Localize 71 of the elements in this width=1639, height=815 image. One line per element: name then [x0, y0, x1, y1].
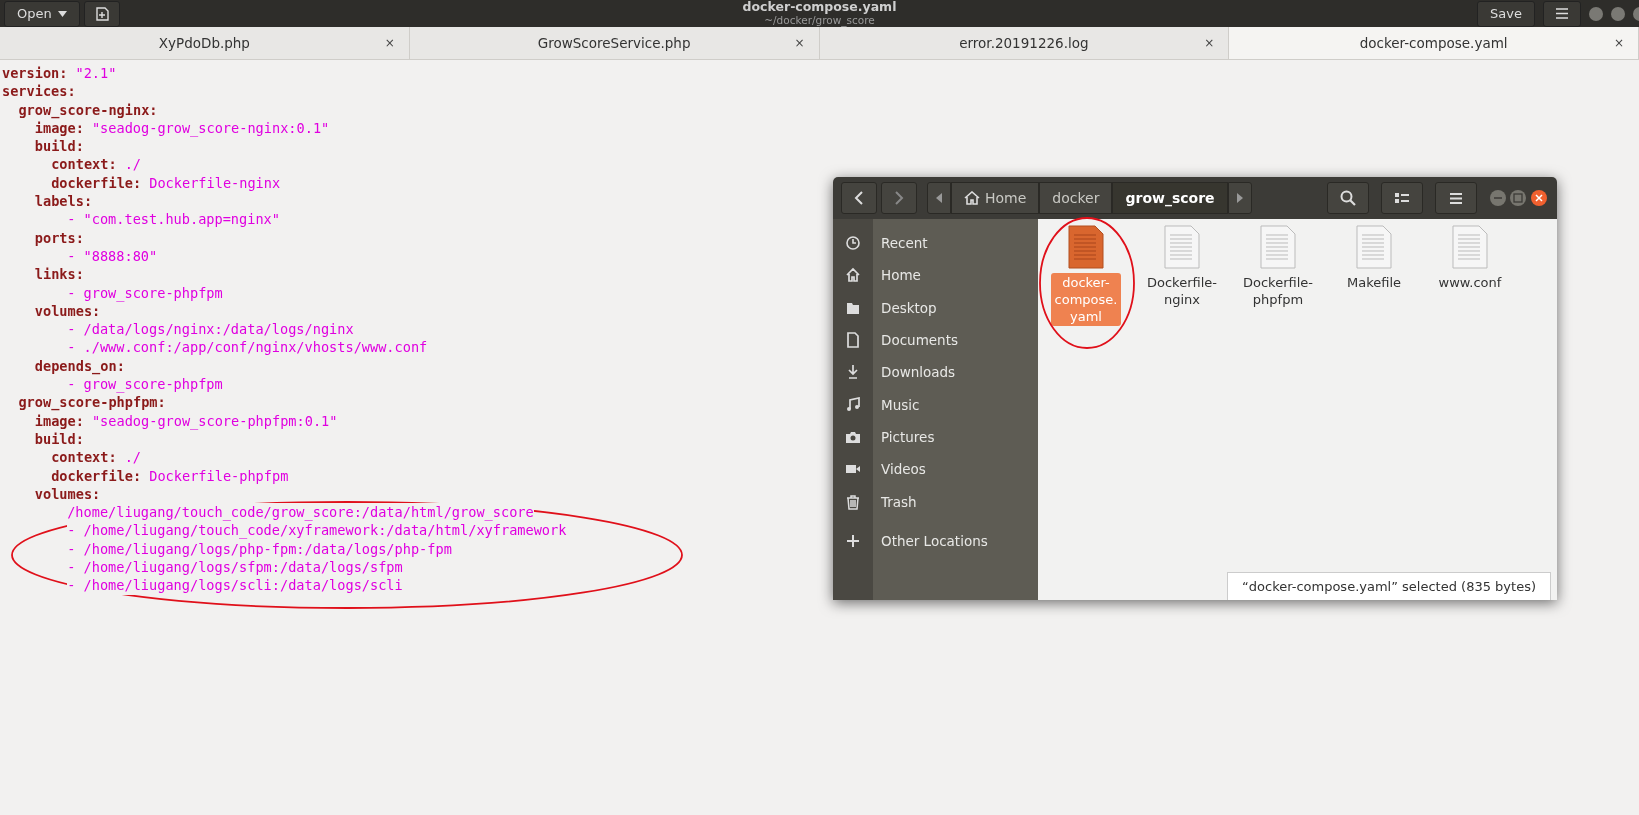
yaml-key: image:	[34, 118, 84, 138]
menu-button[interactable]	[1435, 182, 1477, 214]
menu-button[interactable]	[1543, 0, 1581, 27]
window-controls-drawing[interactable]	[1489, 189, 1549, 207]
yaml-list-item: - /home/liugang/touch_code/xyframework:/data/html/xyframework	[67, 521, 567, 540]
sidebar-item[interactable]: Music	[873, 388, 1038, 421]
yaml-key: grow_score-nginx:	[18, 100, 158, 119]
sidebar-item[interactable]: Videos	[873, 453, 1038, 486]
sidebar-item-icon	[845, 364, 861, 381]
sidebar-item[interactable]: Trash	[873, 485, 1038, 518]
close-tab-button[interactable]: ×	[1613, 36, 1624, 50]
window-subtitle: ~/docker/grow_score	[764, 14, 875, 26]
list-view-icon	[1395, 192, 1409, 204]
status-label: “docker-compose.yaml” selected (835 bytes)	[1227, 572, 1551, 600]
triangle-left-icon	[936, 193, 942, 203]
sidebar-item[interactable]: Downloads	[873, 356, 1038, 389]
file-tab[interactable]: XyPdoDb.php ×	[0, 27, 410, 59]
save-button[interactable]: Save	[1477, 0, 1535, 27]
close-tab-button[interactable]: ×	[384, 36, 395, 50]
close-tab-button[interactable]: ×	[1204, 36, 1215, 50]
path-button[interactable]: grow_score	[1112, 182, 1228, 214]
view-options-button[interactable]	[1381, 182, 1423, 214]
back-button[interactable]	[841, 182, 877, 214]
yaml-list-item: - ./www.conf:/app/conf/nginx/vhosts/www.conf	[67, 338, 428, 357]
window-title: docker-compose.yaml	[742, 0, 897, 14]
yaml-list-item: - /home/liugang/logs/scli:/data/logs/scli	[67, 576, 403, 595]
forward-button[interactable]	[881, 182, 917, 214]
chevron-right-icon	[894, 191, 904, 205]
yaml-list-item: - /data/logs/nginx:/data/logs/nginx	[67, 320, 354, 339]
menu-icon	[1450, 192, 1462, 204]
new-document-icon	[94, 6, 109, 21]
new-document-button[interactable]	[83, 0, 120, 27]
sidebar-item-icon	[845, 532, 861, 549]
yaml-list-item: /home/liugang/touch_code/grow_score:/data/html/grow_score	[67, 503, 534, 522]
sidebar-item[interactable]: Recent	[873, 227, 1038, 260]
maximize-button[interactable]	[1611, 6, 1625, 21]
sidebar-item[interactable]: Home	[873, 259, 1038, 292]
sidebar-item[interactable]: Desktop	[873, 291, 1038, 324]
sidebar-item[interactable]: Pictures	[873, 420, 1038, 454]
path-button[interactable]: docker	[1039, 182, 1113, 214]
open-button[interactable]: Open	[4, 0, 80, 27]
chevron-left-icon	[854, 191, 864, 205]
caret-icon	[57, 10, 67, 17]
sidebar-item-icon	[845, 493, 861, 510]
sidebar-item-icon	[845, 396, 861, 413]
file-name[interactable]: www.conf	[1434, 273, 1506, 292]
close-tab-button[interactable]: ×	[794, 36, 805, 50]
file-name[interactable]: Makefile	[1342, 273, 1405, 292]
file-tab[interactable]: GrowScoreService.php ×	[409, 27, 820, 59]
sidebar-item-icon	[845, 267, 861, 284]
minimize-button[interactable]	[1589, 6, 1603, 21]
sidebar-item-icon	[845, 235, 861, 252]
sidebar-item[interactable]: Documents	[873, 323, 1038, 357]
home-icon	[964, 191, 980, 205]
path-scroll-left-button[interactable]	[927, 182, 951, 214]
yaml-list-item: - "com.test.hub.app=nginx"	[67, 210, 280, 229]
sidebar-item[interactable]: Other Locations	[873, 524, 1038, 557]
document-icon[interactable]	[1068, 225, 1104, 269]
yaml-list-item: - grow_score-phpfpm	[67, 375, 223, 394]
menu-icon	[1556, 8, 1568, 19]
file-name[interactable]: Dockerfile- nginx	[1143, 273, 1221, 309]
triangle-right-icon	[1236, 193, 1243, 203]
yaml-key: grow_score-phpfpm:	[18, 393, 166, 412]
file-tab[interactable]: docker-compose.yaml ×	[1229, 27, 1639, 59]
path-button[interactable]: Home	[951, 182, 1040, 214]
yaml-list-item: - /home/liugang/logs/sfpm:/data/logs/sfpm	[67, 558, 403, 577]
search-icon	[1340, 190, 1356, 206]
path-scroll-right-button[interactable]	[1227, 182, 1252, 214]
file-name[interactable]: Dockerfile- phpfpm	[1239, 273, 1317, 309]
search-button[interactable]	[1327, 182, 1369, 214]
sidebar-item-icon	[845, 332, 861, 349]
